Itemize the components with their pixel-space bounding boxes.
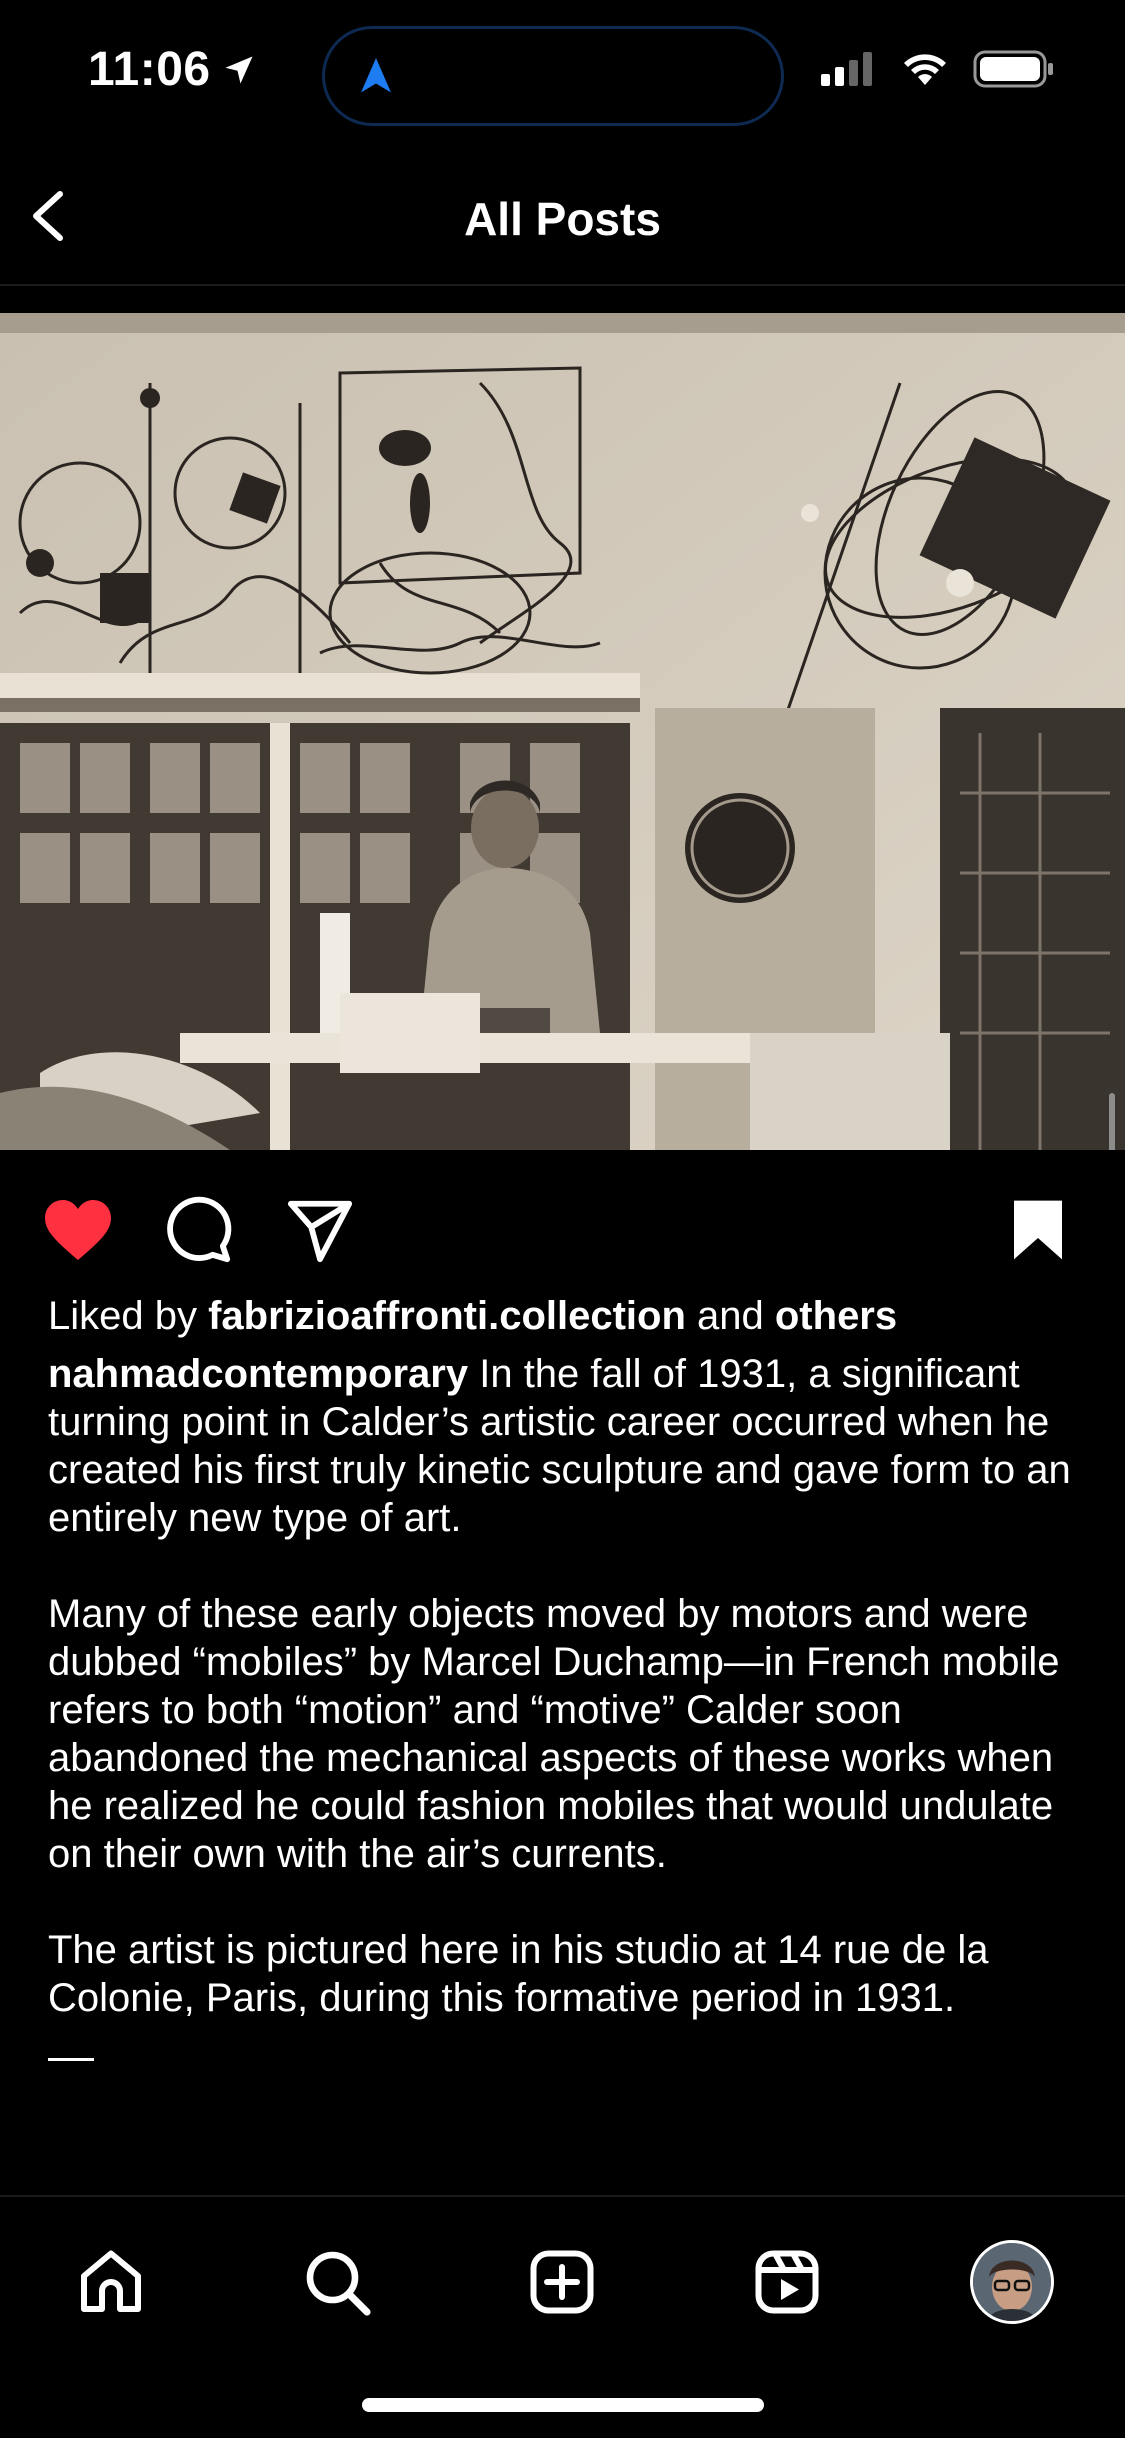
home-icon [81, 2250, 141, 2312]
dynamic-island[interactable] [322, 26, 784, 126]
clock-text: 11:06 [88, 43, 211, 96]
navigation-arrow-icon [361, 58, 391, 93]
reels-icon [755, 2250, 819, 2314]
likes-line: Liked by fabrizioaffronti.collection and… [48, 1292, 1088, 1340]
home-indicator[interactable] [362, 2398, 764, 2412]
page-title: All Posts [464, 193, 661, 245]
liked-and-text: and [685, 1294, 775, 1338]
header-divider [0, 284, 1125, 286]
comment-bubble-icon [167, 1196, 232, 1263]
tab-reels[interactable] [742, 2237, 832, 2327]
status-time: 11:06 [88, 42, 257, 97]
tab-create[interactable] [517, 2237, 607, 2327]
share-button[interactable] [280, 1190, 360, 1270]
search-icon [306, 2251, 371, 2316]
liked-by-text: Liked by [48, 1294, 209, 1338]
post-caption: Liked by fabrizioaffronti.collection and… [48, 1292, 1088, 2061]
location-arrow-icon [225, 56, 253, 83]
post-image[interactable] [0, 313, 1125, 1150]
tab-home[interactable] [66, 2237, 156, 2327]
tab-profile[interactable] [967, 2237, 1057, 2327]
image-scroll-indicator [1109, 1093, 1115, 1150]
comment-button[interactable] [158, 1190, 238, 1270]
author-username[interactable]: nahmadcontemporary [48, 1352, 468, 1396]
tab-search[interactable] [292, 2237, 382, 2327]
battery-icon [973, 50, 1053, 88]
signal-icon [821, 52, 872, 86]
status-indicators [821, 50, 1055, 88]
like-button[interactable] [38, 1190, 118, 1270]
liked-by-username[interactable]: fabrizioaffronti.collection [208, 1294, 686, 1338]
post-actions [0, 1180, 1125, 1270]
profile-avatar [970, 2240, 1054, 2324]
paper-plane-icon [287, 1200, 353, 1263]
save-button[interactable] [998, 1190, 1078, 1270]
heart-filled-icon [45, 1200, 111, 1260]
caption-paragraph-1: nahmadcontemporary In the fall of 1931, … [48, 1350, 1088, 1542]
wifi-icon [904, 54, 946, 85]
create-post-icon [530, 2250, 594, 2314]
studio-photo [0, 313, 1125, 1150]
caption-paragraph-3: The artist is pictured here in his studi… [48, 1928, 989, 2020]
status-bar: 11:06 [0, 0, 1125, 150]
bookmark-filled-icon [1014, 1200, 1062, 1260]
navigation-header: All Posts [0, 150, 1125, 280]
caption-dash [48, 2058, 94, 2061]
caption-paragraph-2: Many of these early objects moved by mot… [48, 1592, 1060, 1876]
liked-others-link[interactable]: others [775, 1294, 897, 1338]
